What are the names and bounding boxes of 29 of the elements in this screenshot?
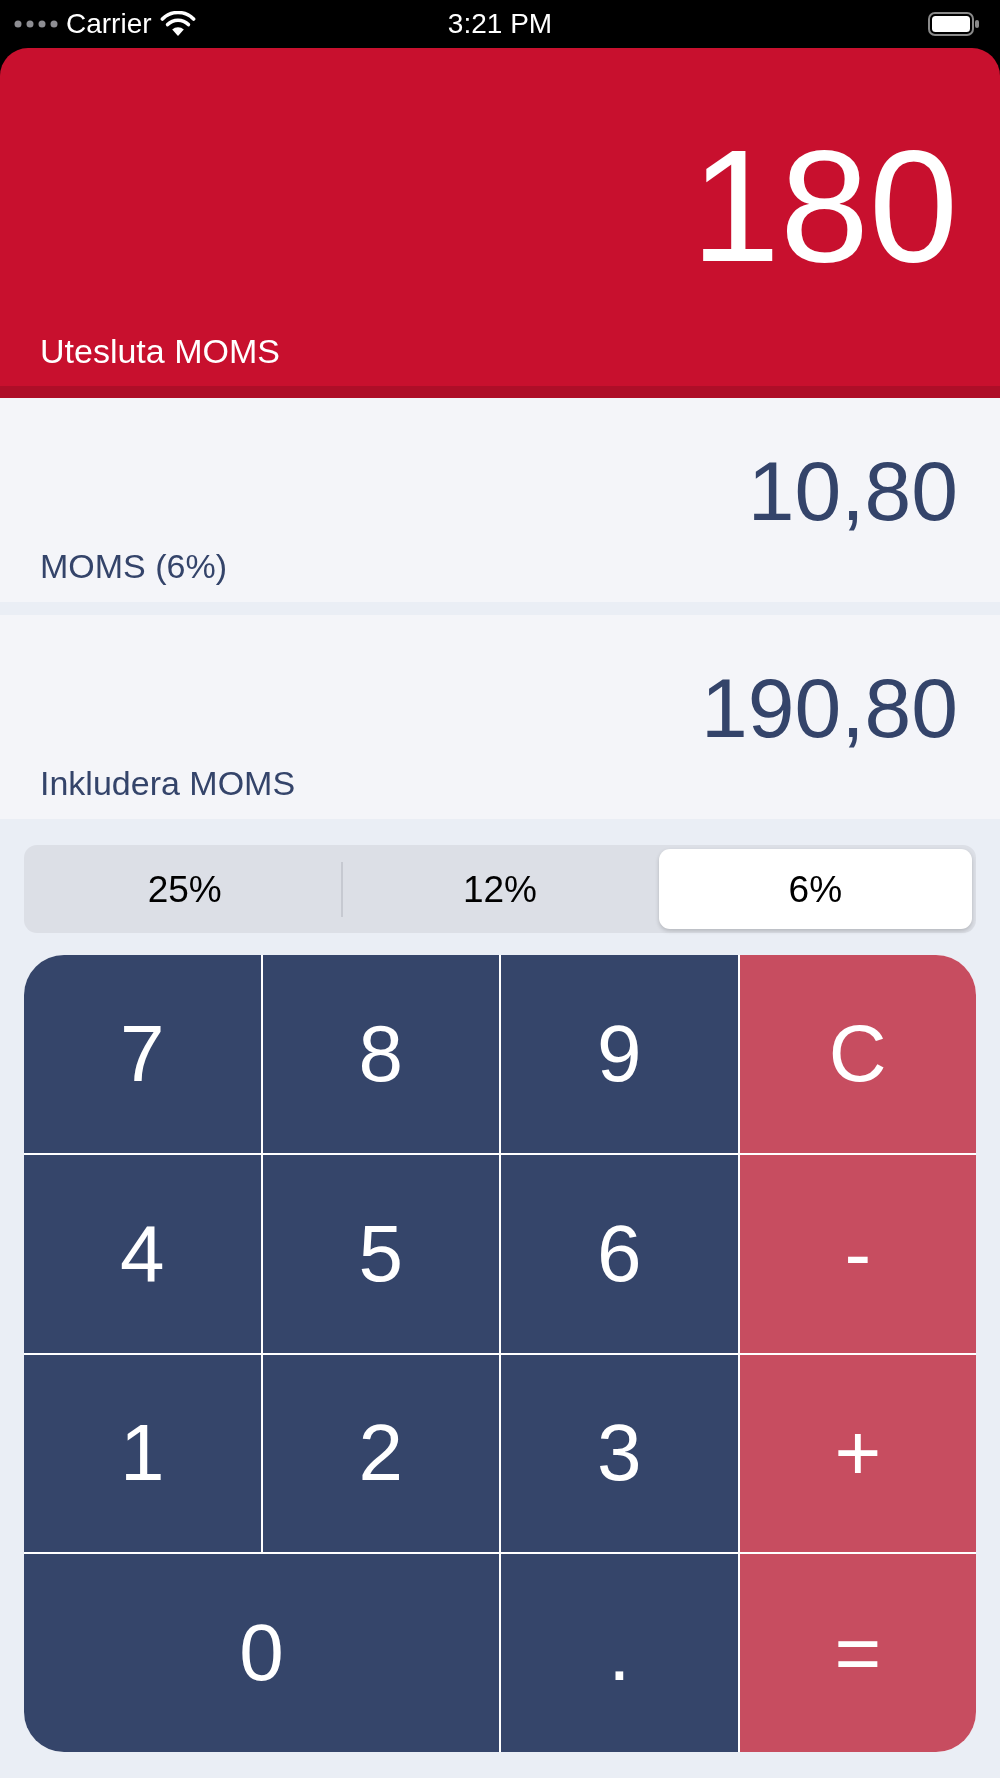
digit-key[interactable]: 5: [262, 1154, 499, 1353]
breakdown-value: 10,80: [747, 449, 958, 533]
rate-segment[interactable]: 12%: [343, 849, 657, 929]
digit-key[interactable]: 4: [24, 1154, 261, 1353]
result-label: Utesluta MOMS: [40, 334, 280, 368]
digit-key[interactable]: 0: [24, 1554, 499, 1752]
digit-key[interactable]: 7: [24, 955, 261, 1153]
operator-key[interactable]: =: [739, 1554, 976, 1752]
breakdown-value: 190,80: [701, 666, 958, 750]
digit-key[interactable]: 2: [262, 1354, 499, 1553]
breakdown-label: Inkludera MOMS: [40, 766, 296, 800]
digit-key[interactable]: 6: [501, 1154, 738, 1353]
status-time: 3:21 PM: [447, 10, 553, 38]
operator-key[interactable]: C: [739, 955, 976, 1153]
operator-key[interactable]: -: [739, 1154, 976, 1353]
signal-icon: [14, 20, 60, 28]
battery-icon: [928, 12, 980, 36]
rate-segment[interactable]: 6%: [658, 849, 972, 929]
operator-key[interactable]: +: [739, 1354, 976, 1553]
breakdown-label: MOMS (6%): [40, 549, 227, 583]
result-value: 180: [691, 126, 958, 286]
digit-key[interactable]: 8: [262, 955, 499, 1153]
digit-key[interactable]: 3: [501, 1354, 738, 1553]
digit-key[interactable]: 9: [501, 955, 738, 1153]
carrier-name: Carrier: [66, 10, 152, 38]
wifi-icon: [159, 11, 196, 37]
digit-key[interactable]: 1: [24, 1354, 261, 1553]
rate-segment[interactable]: 25%: [28, 849, 342, 929]
digit-key[interactable]: .: [501, 1554, 738, 1752]
